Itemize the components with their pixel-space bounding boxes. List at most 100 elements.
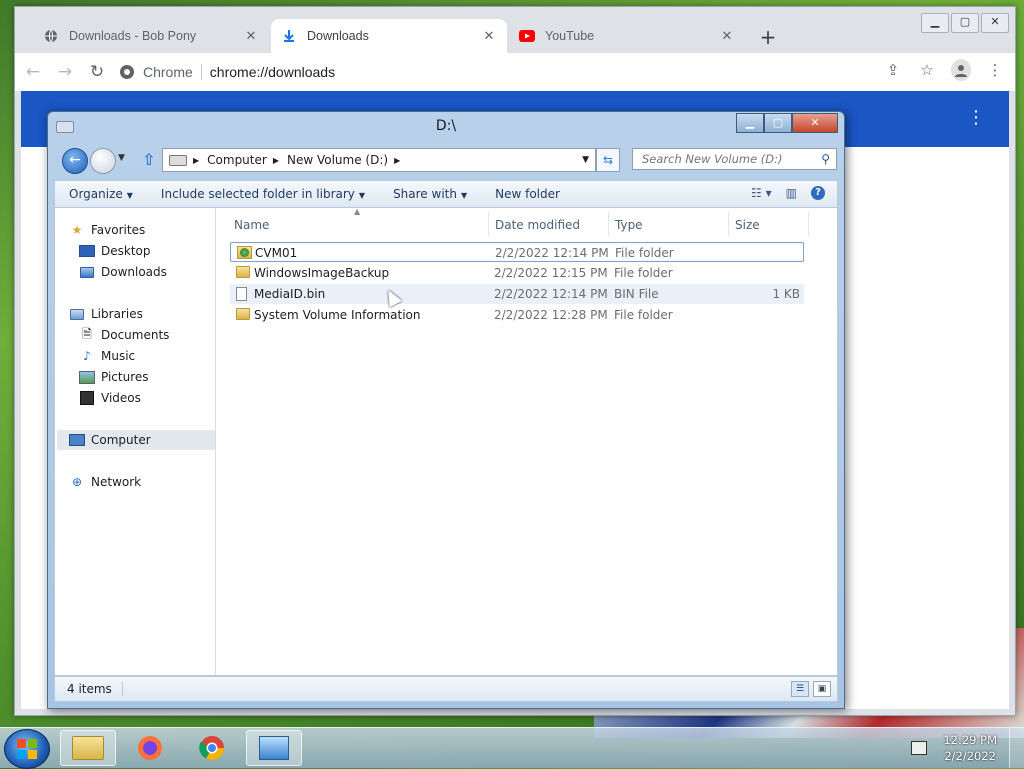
downloads-menu-icon[interactable]: ⋮ <box>967 107 985 128</box>
close-button[interactable]: ✕ <box>792 113 838 133</box>
libraries-icon <box>69 307 85 321</box>
organize-menu[interactable]: Organize ▼ <box>55 187 147 201</box>
taskbar-chrome[interactable] <box>184 730 240 766</box>
file-row[interactable]: MediaID.bin 2/2/2022 12:14 PM BIN File 1… <box>230 284 804 304</box>
tab-bob-pony[interactable]: Downloads - Bob Pony ✕ <box>33 19 269 53</box>
nav-favorites[interactable]: ★ Favorites <box>69 220 227 240</box>
navigation-pane: ★ Favorites Desktop Downloads Libraries … <box>55 208 216 675</box>
refresh-button[interactable]: ⇆ <box>596 148 620 172</box>
column-divider[interactable] <box>808 212 809 236</box>
nav-computer[interactable]: Computer <box>57 430 215 450</box>
drive-icon <box>169 154 187 166</box>
nav-music[interactable]: ♪ Music <box>79 346 237 366</box>
kebab-menu-icon[interactable]: ⋮ <box>985 61 1005 79</box>
start-button[interactable] <box>4 729 50 769</box>
nav-network[interactable]: ⊕ Network <box>69 472 227 492</box>
address-bar[interactable]: Chrome chrome://downloads <box>119 58 899 86</box>
file-name: System Volume Information <box>254 308 421 322</box>
column-header-size[interactable]: Size <box>735 214 760 236</box>
explorer-folder-icon <box>72 736 104 760</box>
tab-close-button[interactable]: ✕ <box>243 29 259 44</box>
clock[interactable]: 12:29 PM 2/2/2022 <box>943 732 997 764</box>
minimize-button[interactable]: ▁ <box>736 113 764 133</box>
tab-close-button[interactable]: ✕ <box>481 29 497 44</box>
tiles-view-icon[interactable]: ▣ <box>813 681 831 697</box>
breadcrumb-separator[interactable]: ▶ <box>273 156 279 165</box>
help-icon[interactable]: ? <box>811 186 825 200</box>
minimize-button[interactable]: ▁ <box>921 13 949 33</box>
site-chip[interactable]: Chrome <box>119 64 202 80</box>
taskbar-windows-explorer[interactable] <box>60 730 116 766</box>
nav-libraries[interactable]: Libraries <box>69 304 227 324</box>
column-header-date[interactable]: Date modified <box>495 214 580 236</box>
address-dropdown-icon[interactable]: ▼ <box>582 155 589 165</box>
show-desktop-button[interactable] <box>1009 728 1024 768</box>
recent-pages-dropdown[interactable]: ▼ <box>118 153 125 163</box>
file-row[interactable]: System Volume Information 2/2/2022 12:28… <box>230 305 804 325</box>
forward-button[interactable] <box>90 148 116 174</box>
maximize-button[interactable]: ▢ <box>764 113 792 133</box>
column-divider[interactable] <box>728 212 729 236</box>
maximize-button[interactable]: ▢ <box>951 13 979 33</box>
profile-avatar[interactable] <box>951 59 971 81</box>
explorer-search-box[interactable]: ⚲ <box>632 148 837 170</box>
nav-desktop[interactable]: Desktop <box>79 241 237 261</box>
site-chip-label: Chrome <box>143 64 193 80</box>
nav-pictures[interactable]: Pictures <box>79 367 237 387</box>
file-icon <box>236 287 247 301</box>
folder-icon <box>236 266 250 278</box>
clock-date: 2/2/2022 <box>944 749 996 763</box>
column-divider[interactable] <box>488 212 489 236</box>
search-input[interactable] <box>640 151 814 167</box>
search-icon[interactable]: ⚲ <box>821 152 830 166</box>
bookmark-star-icon[interactable]: ☆ <box>917 61 937 79</box>
column-header-type[interactable]: Type <box>615 214 643 236</box>
back-button[interactable]: ← <box>62 148 88 174</box>
tab-close-button[interactable]: ✕ <box>719 29 735 44</box>
tab-strip: Downloads - Bob Pony ✕ Downloads ✕ YouTu… <box>15 7 1015 53</box>
network-status-icon[interactable] <box>911 741 928 755</box>
breadcrumb-separator[interactable]: ▶ <box>394 156 400 165</box>
tab-youtube[interactable]: YouTube ✕ <box>509 19 745 53</box>
taskbar-control-panel[interactable] <box>246 730 302 766</box>
new-tab-button[interactable]: + <box>757 27 779 49</box>
nav-documents[interactable]: 🗎 Documents <box>79 325 237 345</box>
breadcrumb-new-volume[interactable]: New Volume (D:) <box>287 153 388 167</box>
explorer-window-controls: ▁ ▢ ✕ <box>736 113 838 133</box>
windows-logo-icon <box>17 739 37 759</box>
tab-downloads[interactable]: Downloads ✕ <box>271 19 507 53</box>
chrome-icon <box>199 736 224 761</box>
up-arrow-icon[interactable]: ⇧ <box>142 150 155 169</box>
item-count: 4 items <box>67 682 123 696</box>
share-with-menu[interactable]: Share with ▼ <box>379 187 481 201</box>
details-view-icon[interactable]: ☰ <box>791 681 809 697</box>
file-name: WindowsImageBackup <box>254 266 390 280</box>
back-arrow-icon[interactable]: ← <box>19 58 47 86</box>
share-icon[interactable]: ⇪ <box>883 61 903 79</box>
change-view-icon[interactable]: ☷ ▾ <box>751 186 772 200</box>
shared-folder-icon <box>237 246 252 259</box>
file-name: MediaID.bin <box>254 287 326 301</box>
breadcrumb-separator[interactable]: ▶ <box>193 156 199 165</box>
file-row[interactable]: CVM01 2/2/2022 12:14 PM File folder <box>230 242 804 262</box>
breadcrumb-computer[interactable]: Computer <box>207 153 267 167</box>
nav-downloads[interactable]: Downloads <box>79 262 237 282</box>
include-in-library-menu[interactable]: Include selected folder in library ▼ <box>147 187 379 201</box>
forward-arrow-icon[interactable]: → <box>51 58 79 86</box>
column-divider[interactable] <box>608 212 609 236</box>
nav-videos[interactable]: Videos <box>79 388 237 408</box>
control-panel-icon <box>259 736 289 760</box>
column-header-name[interactable]: Name <box>234 214 269 236</box>
taskbar-firefox[interactable] <box>122 730 178 766</box>
new-folder-button[interactable]: New folder <box>481 187 574 201</box>
file-row[interactable]: WindowsImageBackup 2/2/2022 12:15 PM Fil… <box>230 263 804 283</box>
close-button[interactable]: ✕ <box>981 13 1009 33</box>
youtube-icon <box>519 28 535 44</box>
explorer-address-bar[interactable]: ▶ Computer ▶ New Volume (D:) ▶ ▼ <box>162 148 596 172</box>
file-date: 2/2/2022 12:14 PM <box>495 246 609 260</box>
reload-icon[interactable]: ↻ <box>83 58 111 86</box>
explorer-titlebar[interactable]: D:\ ▁ ▢ ✕ <box>48 112 844 142</box>
desktop-icon <box>79 244 95 258</box>
sort-up-icon: ▲ <box>354 207 361 216</box>
preview-pane-icon[interactable]: ▥ <box>786 186 797 200</box>
